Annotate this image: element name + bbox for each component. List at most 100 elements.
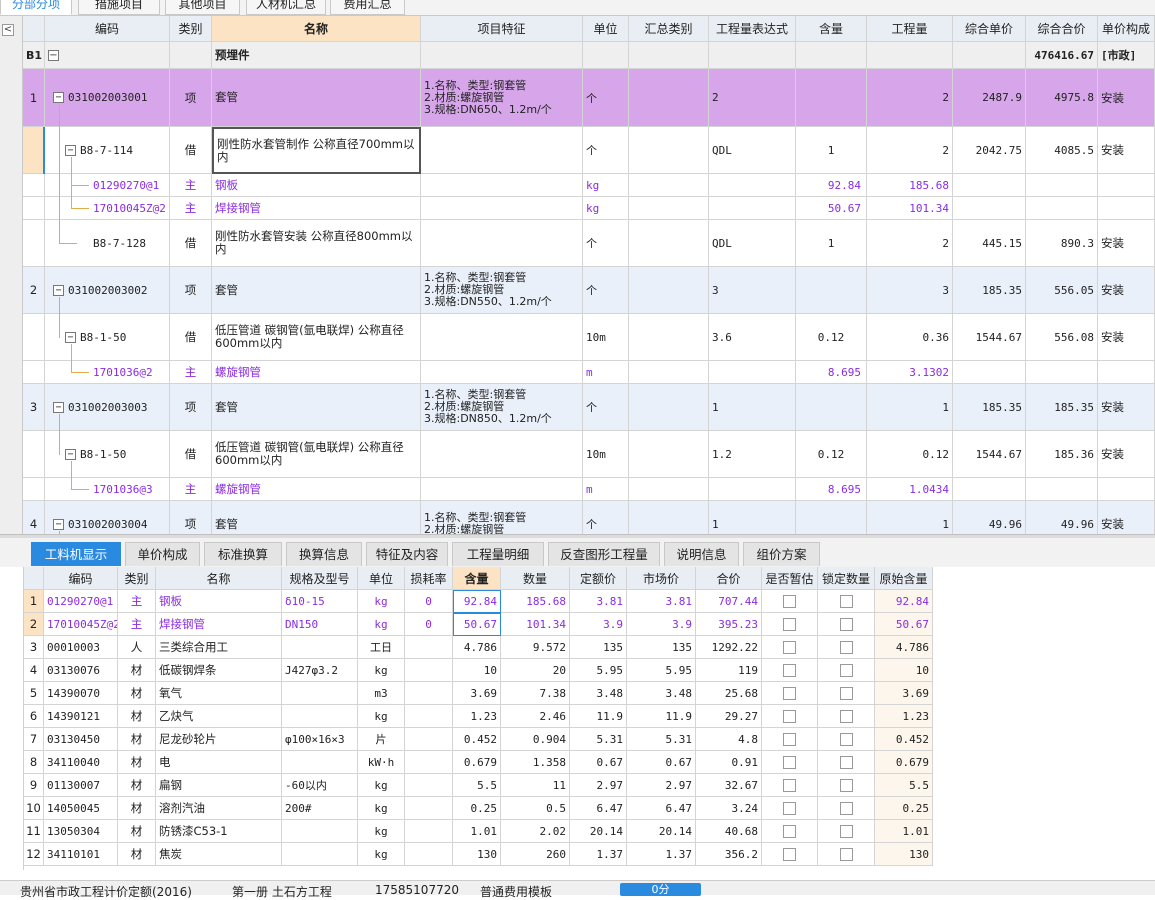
item-feature[interactable] xyxy=(421,127,583,174)
resource-quantity[interactable]: 11 xyxy=(501,774,570,797)
upper-header-3[interactable]: 名称 xyxy=(212,16,421,42)
resource-name[interactable]: 乙炔气 xyxy=(156,705,282,728)
resource-loss-rate[interactable]: 0 xyxy=(405,590,453,613)
resource-loss-rate[interactable] xyxy=(405,820,453,843)
resource-content[interactable]: 10 xyxy=(453,659,501,682)
resource-loss-rate[interactable] xyxy=(405,751,453,774)
resource-loss-rate[interactable] xyxy=(405,843,453,866)
resource-content[interactable]: 1.01 xyxy=(453,820,501,843)
resource-code[interactable]: 14390121 xyxy=(44,705,118,728)
lower-header-6[interactable]: 损耗率 xyxy=(405,567,453,590)
resource-spec[interactable]: J427φ3.2 xyxy=(282,659,358,682)
resource-content[interactable]: 130 xyxy=(453,843,501,866)
item-content[interactable] xyxy=(796,501,867,534)
resource-code[interactable]: 17010045Z@2 xyxy=(44,613,118,636)
section-toggle[interactable]: − xyxy=(45,42,170,69)
upper-header-12[interactable]: 单价构成 xyxy=(1098,16,1155,42)
item-name[interactable]: 低压管道 碳钢管(氩电联焊) 公称直径600mm以内 xyxy=(212,431,421,478)
provisional-checkbox[interactable] xyxy=(783,824,796,838)
provisional-checkbox[interactable] xyxy=(783,778,796,792)
resource-content[interactable]: 0.25 xyxy=(453,797,501,820)
item-content[interactable]: 1 xyxy=(796,220,867,267)
collapse-tree-icon[interactable]: − xyxy=(65,144,76,156)
item-feature[interactable]: 1.名称、类型:钢套管 2.材质:螺旋钢管 3.规格:DN650、1.2m/个 xyxy=(421,69,583,127)
upper-header-9[interactable]: 工程量 xyxy=(867,16,953,42)
upper-header-1[interactable]: 编码 xyxy=(45,16,170,42)
resource-name[interactable]: 电 xyxy=(156,751,282,774)
resource-quantity[interactable]: 2.46 xyxy=(501,705,570,728)
resource-quantity[interactable]: 0.5 xyxy=(501,797,570,820)
item-name[interactable]: 套管 xyxy=(212,384,421,431)
resource-quantity[interactable]: 0.904 xyxy=(501,728,570,751)
resource-quantity[interactable]: 9.572 xyxy=(501,636,570,659)
resource-loss-rate[interactable] xyxy=(405,774,453,797)
lock-quantity-checkbox[interactable] xyxy=(839,732,853,746)
lower-header-8[interactable]: 数量 xyxy=(501,567,570,590)
item-feature[interactable] xyxy=(421,478,583,501)
resource-name[interactable]: 钢板 xyxy=(156,590,282,613)
resource-market-price[interactable]: 6.47 xyxy=(627,797,696,820)
resource-spec[interactable] xyxy=(282,705,358,728)
item-code[interactable]: −031002003001 xyxy=(45,69,170,127)
collapse-tree-icon[interactable]: − xyxy=(65,448,76,460)
resource-quantity[interactable]: 20 xyxy=(501,659,570,682)
item-name[interactable]: 钢板 xyxy=(212,174,421,197)
resource-code[interactable]: 13050304 xyxy=(44,820,118,843)
item-expression[interactable]: QDL xyxy=(709,127,796,174)
resource-spec[interactable]: φ100×16×3 xyxy=(282,728,358,751)
resource-name[interactable]: 焊接钢管 xyxy=(156,613,282,636)
lower-header-10[interactable]: 市场价 xyxy=(627,567,696,590)
provisional-checkbox[interactable] xyxy=(783,732,796,746)
resource-spec[interactable] xyxy=(282,820,358,843)
upper-header-2[interactable]: 类别 xyxy=(170,16,212,42)
resource-market-price[interactable]: 11.9 xyxy=(627,705,696,728)
resource-spec[interactable]: 200# xyxy=(282,797,358,820)
item-content[interactable]: 0.12 xyxy=(796,314,867,361)
resource-quantity[interactable]: 7.38 xyxy=(501,682,570,705)
resource-content[interactable]: 0.679 xyxy=(453,751,501,774)
item-feature[interactable] xyxy=(421,314,583,361)
item-content[interactable] xyxy=(796,69,867,127)
bottom-tab-2[interactable]: 单价构成 xyxy=(125,542,200,566)
resource-code[interactable]: 14390070 xyxy=(44,682,118,705)
resource-market-price[interactable]: 3.81 xyxy=(627,590,696,613)
item-name[interactable]: 螺旋钢管 xyxy=(212,478,421,501)
resource-spec[interactable] xyxy=(282,751,358,774)
resource-market-price[interactable]: 1.37 xyxy=(627,843,696,866)
item-name[interactable]: 刚性防水套管安装 公称直径800mm以内 xyxy=(212,220,421,267)
resource-loss-rate[interactable] xyxy=(405,728,453,751)
resource-market-price[interactable]: 5.95 xyxy=(627,659,696,682)
item-expression[interactable]: 3 xyxy=(709,267,796,314)
resource-spec[interactable] xyxy=(282,682,358,705)
item-content[interactable]: 0.12 xyxy=(796,431,867,478)
resource-spec[interactable]: -60以内 xyxy=(282,774,358,797)
resource-name[interactable]: 尼龙砂轮片 xyxy=(156,728,282,751)
item-expression[interactable] xyxy=(709,197,796,220)
provisional-checkbox[interactable] xyxy=(783,755,796,769)
item-name[interactable]: 螺旋钢管 xyxy=(212,361,421,384)
resource-name[interactable]: 防锈漆C53-1 xyxy=(156,820,282,843)
item-code[interactable]: − B8-7-114 xyxy=(45,127,170,174)
bottom-tab-7[interactable]: 反查图形工程量 xyxy=(548,542,660,566)
lower-header-4[interactable]: 规格及型号 xyxy=(282,567,358,590)
item-expression[interactable]: 1 xyxy=(709,384,796,431)
provisional-checkbox[interactable] xyxy=(783,847,796,861)
resource-loss-rate[interactable] xyxy=(405,659,453,682)
item-code[interactable]: − B8-1-50 xyxy=(45,431,170,478)
resource-loss-rate[interactable] xyxy=(405,705,453,728)
item-code[interactable]: −031002003004 xyxy=(45,501,170,534)
item-name[interactable]: 低压管道 碳钢管(氩电联焊) 公称直径600mm以内 xyxy=(212,314,421,361)
resource-quantity[interactable]: 1.358 xyxy=(501,751,570,774)
upper-header-11[interactable]: 综合合价 xyxy=(1026,16,1098,42)
resource-market-price[interactable]: 2.97 xyxy=(627,774,696,797)
resource-loss-rate[interactable] xyxy=(405,636,453,659)
item-feature[interactable] xyxy=(421,197,583,220)
resource-content[interactable]: 50.67 xyxy=(453,613,501,636)
item-content[interactable] xyxy=(796,384,867,431)
resource-market-price[interactable]: 3.9 xyxy=(627,613,696,636)
resource-market-price[interactable]: 5.31 xyxy=(627,728,696,751)
item-content[interactable] xyxy=(796,267,867,314)
resource-spec[interactable] xyxy=(282,843,358,866)
resource-content[interactable]: 0.452 xyxy=(453,728,501,751)
resource-content[interactable]: 92.84 xyxy=(453,590,501,613)
